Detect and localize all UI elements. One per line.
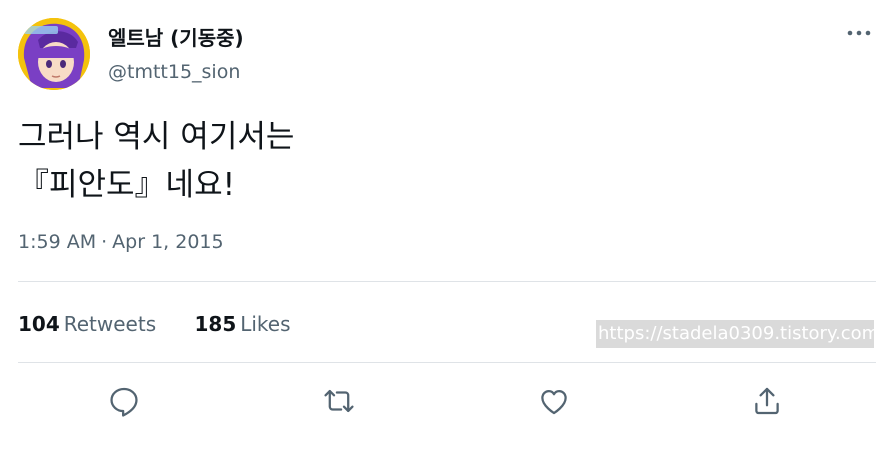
tweet-text: 그러나 역시 여기서는 『피안도』네요!: [18, 119, 295, 203]
retweets-stat[interactable]: 104 Retweets: [18, 309, 156, 339]
tweet-time: 1:59 AM: [18, 231, 97, 253]
likes-label: Likes: [240, 312, 291, 336]
reply-icon: [110, 387, 138, 417]
author-handle[interactable]: @tmtt15_sion: [108, 59, 240, 85]
like-icon: [541, 389, 567, 415]
reply-button[interactable]: [107, 384, 141, 418]
retweets-count: 104: [18, 312, 60, 336]
like-button[interactable]: [537, 384, 571, 418]
tweet-date: Apr 1, 2015: [112, 231, 224, 253]
timestamp-separator: ·: [101, 231, 108, 253]
retweet-icon: [324, 389, 354, 413]
likes-count: 185: [194, 312, 237, 336]
avatar-image: [18, 18, 90, 90]
more-options-button[interactable]: [844, 20, 874, 46]
tweet-card: 엘트남 (기동중) @tmtt15_sion 그러나 역시 여기서는 『피안도』…: [0, 0, 894, 454]
likes-stat[interactable]: 185 Likes: [194, 309, 290, 339]
retweets-label: Retweets: [63, 312, 157, 336]
watermark-text: https://stadela0309.tistory.com: [596, 320, 874, 348]
share-icon: [755, 387, 779, 415]
retweet-button[interactable]: [322, 384, 356, 418]
share-button[interactable]: [750, 384, 784, 418]
divider-bottom: [18, 362, 876, 363]
author-display-name[interactable]: 엘트남 (기동중): [108, 25, 244, 51]
tweet-stats: 104 Retweets 185 Likes: [18, 309, 323, 339]
tweet-timestamp[interactable]: 1:59 AM · Apr 1, 2015: [18, 228, 224, 256]
user-avatar[interactable]: [18, 18, 90, 90]
divider-top: [18, 281, 876, 282]
more-horizontal-icon: [847, 30, 871, 36]
